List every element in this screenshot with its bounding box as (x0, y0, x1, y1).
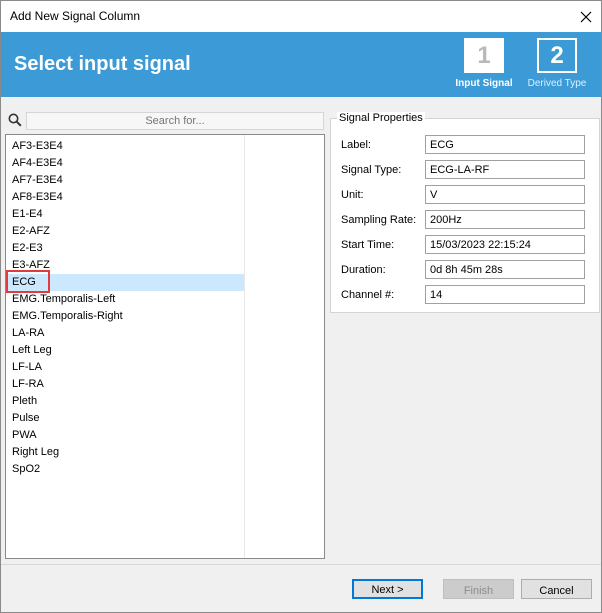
search-input[interactable] (26, 112, 324, 130)
signal-list-item[interactable]: LA-RA (6, 325, 244, 342)
property-value-field[interactable]: ECG-LA-RF (425, 160, 585, 179)
signal-list-items: AF3-E3E4 AF4-E3E4 AF7-E3E4 AF8-E3E4 E1-E4 E2-… (6, 138, 244, 478)
step-caption-2: Derived Type (527, 78, 587, 89)
signal-list-item[interactable]: Left Leg (6, 342, 244, 359)
signal-properties-legend: Signal Properties (337, 112, 425, 124)
property-row: Label: ECG (341, 135, 591, 156)
page-title: Select input signal (14, 53, 191, 75)
signal-list-item[interactable]: Pleth (6, 393, 244, 410)
step-caption-1: Input Signal (455, 78, 513, 89)
step-derived-type: 2 Derived Type (523, 38, 591, 89)
title-bar: Add New Signal Column (1, 1, 601, 32)
property-row: Unit: V (341, 185, 591, 206)
signal-list-item[interactable]: Pulse (6, 410, 244, 427)
wizard-header: Select input signal 1 Input Signal 2 Der… (1, 32, 601, 97)
signal-list[interactable]: AF3-E3E4 AF4-E3E4 AF7-E3E4 AF8-E3E4 E1-E4 E2-… (5, 134, 325, 559)
property-row: Signal Type: ECG-LA-RF (341, 160, 591, 181)
property-label: Channel #: (341, 289, 395, 301)
property-label: Signal Type: (341, 164, 402, 176)
signal-list-item[interactable]: AF7-E3E4 (6, 172, 244, 189)
signal-list-item[interactable]: Right Leg (6, 444, 244, 461)
cancel-button[interactable]: Cancel (521, 579, 592, 599)
signal-list-item[interactable]: EMG.Temporalis-Right (6, 308, 244, 325)
signal-list-item[interactable]: E2-E3 (6, 240, 244, 257)
property-value-field[interactable]: 200Hz (425, 210, 585, 229)
search-icon (8, 113, 22, 130)
property-value-field[interactable]: 14 (425, 285, 585, 304)
property-row: Start Time: 15/03/2023 22:15:24 (341, 235, 591, 256)
property-row: Sampling Rate: 200Hz (341, 210, 591, 231)
property-label: Sampling Rate: (341, 214, 417, 226)
dialog-window: Add New Signal Column Select input signa… (0, 0, 602, 613)
signal-list-item[interactable]: LF-LA (6, 359, 244, 376)
property-label: Label: (341, 139, 371, 151)
property-row: Channel #: 14 (341, 285, 591, 306)
signal-list-item[interactable]: E2-AFZ (6, 223, 244, 240)
window-title: Add New Signal Column (10, 9, 141, 23)
finish-button[interactable]: Finish (443, 579, 514, 599)
close-icon[interactable] (570, 1, 601, 32)
step-number-2: 2 (537, 38, 577, 73)
property-value-field[interactable]: 15/03/2023 22:15:24 (425, 235, 585, 254)
property-label: Duration: (341, 264, 386, 276)
property-value-field[interactable]: 0d 8h 45m 28s (425, 260, 585, 279)
signal-list-item[interactable]: AF8-E3E4 (6, 189, 244, 206)
signal-list-item[interactable]: AF3-E3E4 (6, 138, 244, 155)
signal-properties-panel: Signal Properties Label: ECG Signal Type: E… (330, 112, 600, 313)
property-label: Start Time: (341, 239, 395, 251)
footer-divider (1, 564, 601, 565)
list-divider (244, 135, 245, 558)
property-row: Duration: 0d 8h 45m 28s (341, 260, 591, 281)
property-value-field[interactable]: ECG (425, 135, 585, 154)
signal-list-item[interactable]: PWA (6, 427, 244, 444)
signal-list-item[interactable]: ECG (6, 270, 244, 293)
signal-list-item[interactable]: EMG.Temporalis-Left (6, 291, 244, 308)
signal-list-item[interactable]: E1-E4 (6, 206, 244, 223)
next-button[interactable]: Next > (352, 579, 423, 599)
signal-list-item[interactable]: LF-RA (6, 376, 244, 393)
property-label: Unit: (341, 189, 364, 201)
search-row (6, 112, 324, 130)
signal-list-item[interactable]: AF4-E3E4 (6, 155, 244, 172)
step-input-signal: 1 Input Signal (452, 38, 516, 89)
property-value-field[interactable]: V (425, 185, 585, 204)
signal-list-item[interactable]: SpO2 (6, 461, 244, 478)
step-number-1: 1 (464, 38, 504, 73)
